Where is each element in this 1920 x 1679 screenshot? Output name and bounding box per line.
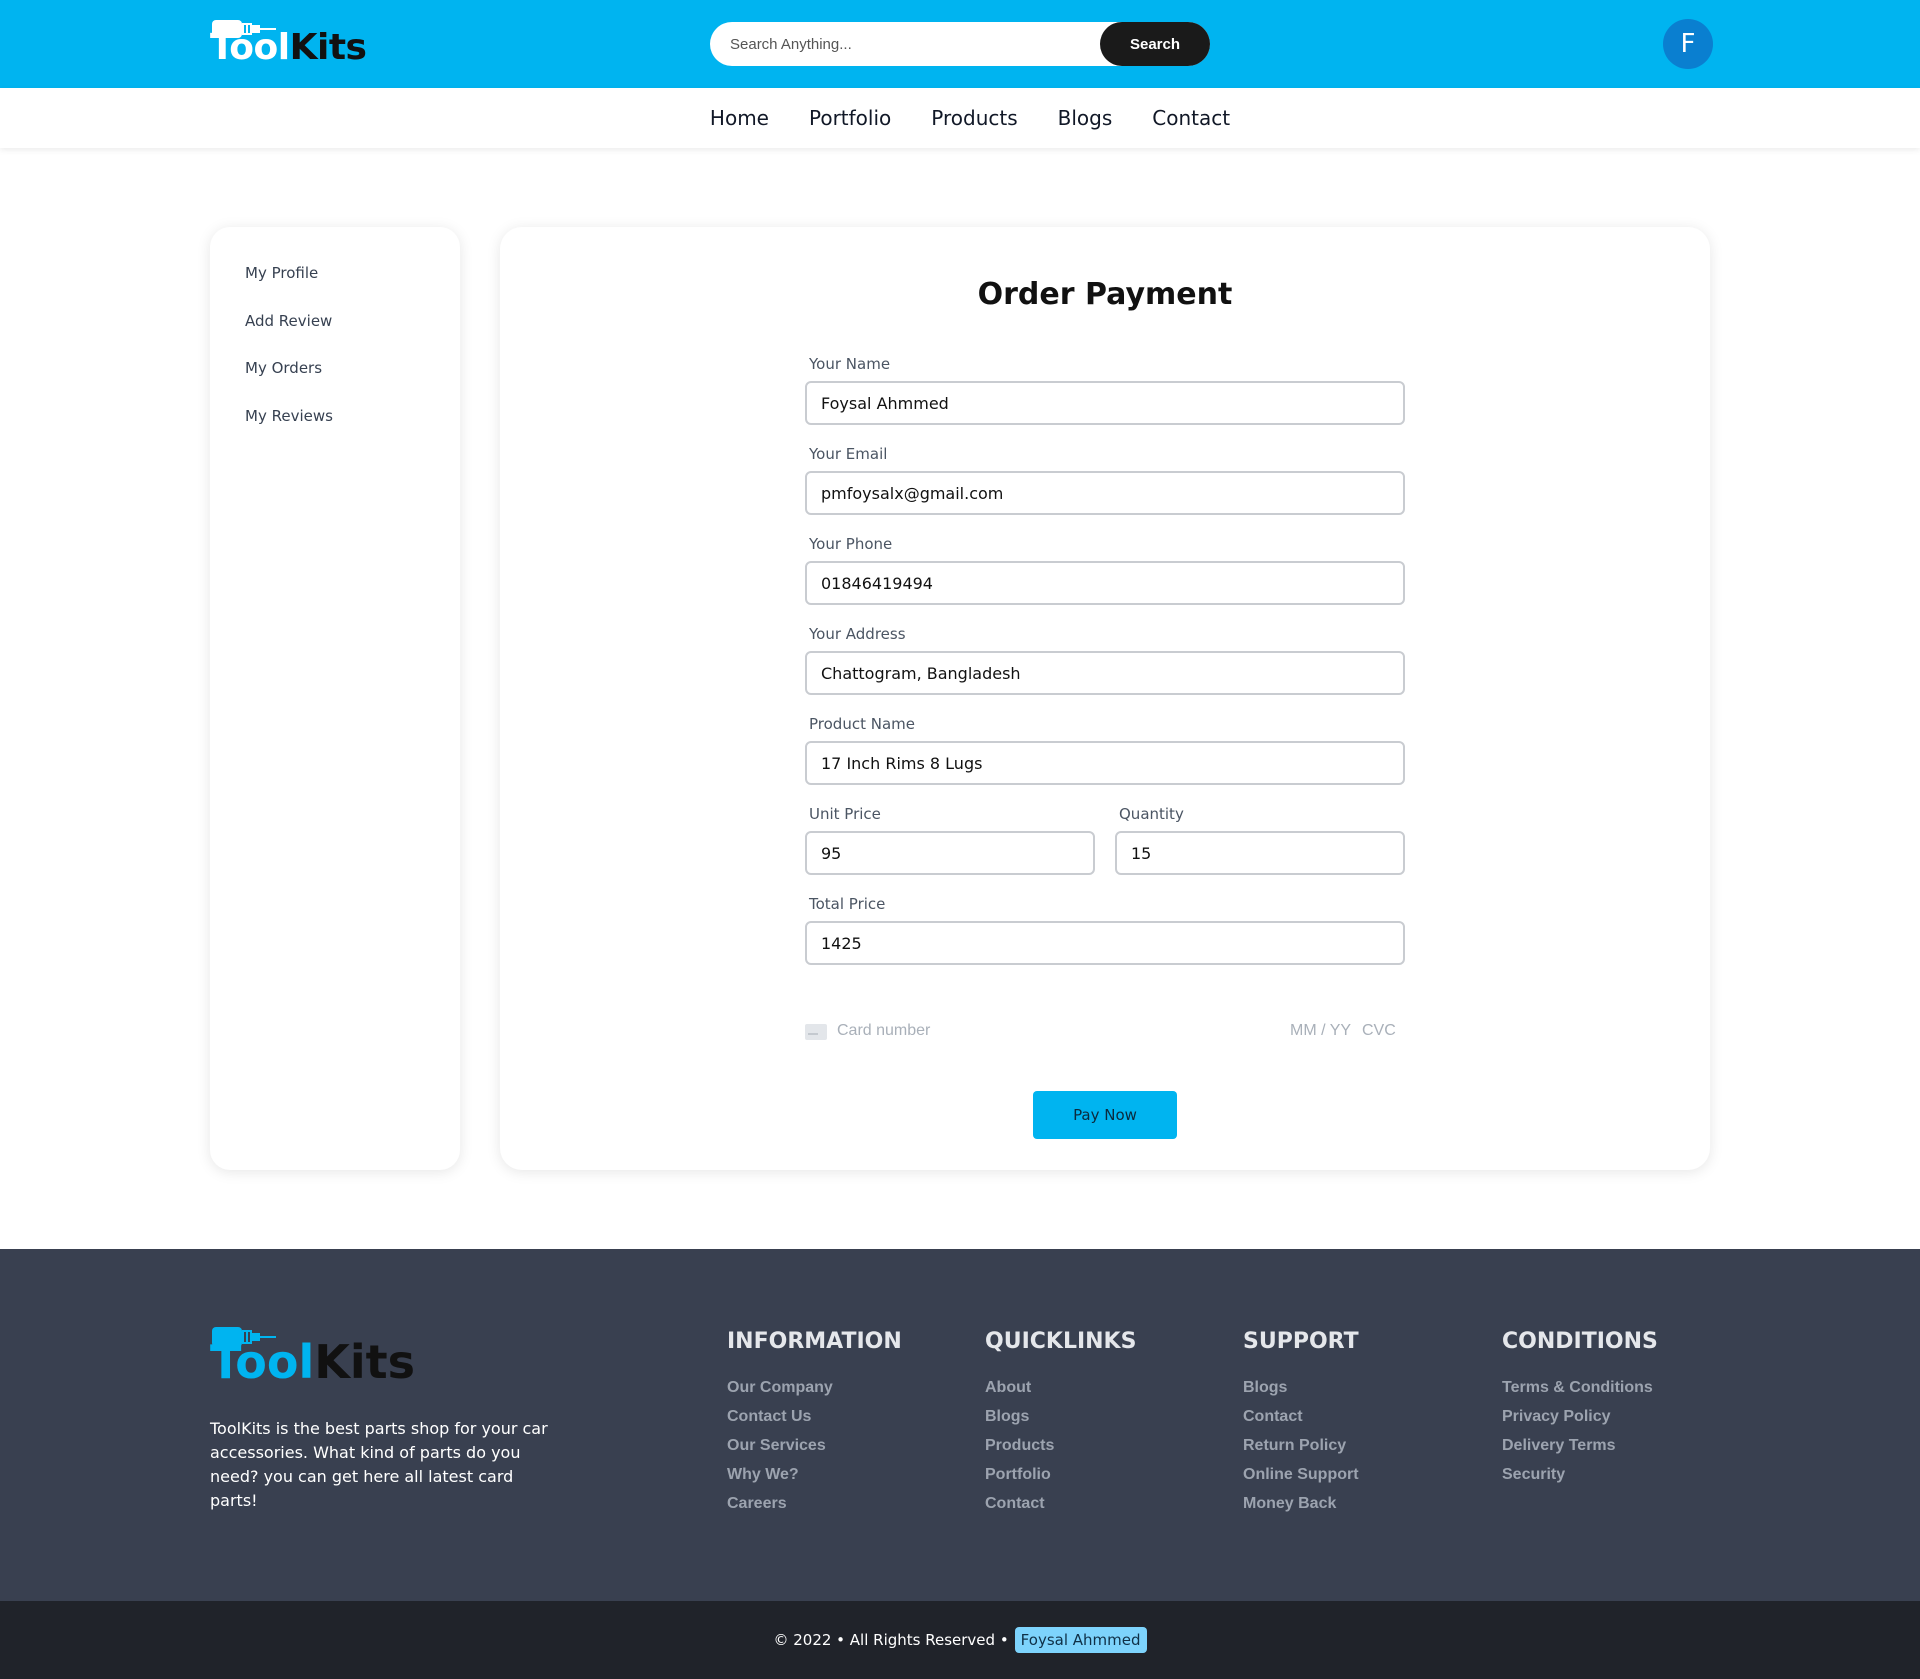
footer-description: ToolKits is the best parts shop for your… <box>210 1419 548 1510</box>
footer-link[interactable]: Contact <box>985 1495 1045 1513</box>
nav-items: Home Portfolio Products Blogs Contact <box>0 88 1920 148</box>
product-name-field[interactable]: 17 Inch Rims 8 Lugs <box>805 741 1405 785</box>
nav-products[interactable]: Products <box>931 106 1017 130</box>
footer-link[interactable]: Blogs <box>985 1408 1029 1426</box>
site-logo[interactable]: Tool Kits <box>210 20 367 70</box>
nav-home[interactable]: Home <box>710 106 769 130</box>
search-input[interactable] <box>710 22 1100 66</box>
page-title: Order Payment <box>977 277 1233 312</box>
footer-link[interactable]: Our Services <box>727 1437 826 1455</box>
footer-col-information-title: INFORMATION <box>727 1329 902 1354</box>
nav-contact[interactable]: Contact <box>1152 106 1230 130</box>
footer-link[interactable]: Return Policy <box>1243 1437 1346 1455</box>
footer-logo[interactable]: Tool Kits <box>210 1327 416 1389</box>
card-expiry-input[interactable]: MM / YY <box>1290 1022 1351 1040</box>
footer-link[interactable]: Contact Us <box>727 1408 811 1426</box>
nav-blogs[interactable]: Blogs <box>1058 106 1113 130</box>
footer-col-conditions-title: CONDITIONS <box>1502 1329 1658 1354</box>
name-field[interactable]: Foysal Ahmmed <box>805 381 1405 425</box>
top-header: Tool Kits Search F <box>0 0 1920 88</box>
site-footer: Tool Kits ToolKits is the best parts sho… <box>0 1249 1920 1601</box>
drill-icon <box>212 1327 276 1347</box>
phone-field[interactable]: 01846419494 <box>805 561 1405 605</box>
footer-link[interactable]: Online Support <box>1243 1466 1359 1484</box>
footer-link[interactable]: Blogs <box>1243 1379 1287 1397</box>
footer-link[interactable]: Contact <box>1243 1408 1303 1426</box>
author-badge[interactable]: Foysal Ahmmed <box>1014 1627 1147 1653</box>
phone-label: Your Phone <box>809 535 893 553</box>
copyright-bar: © 2022 • All Rights Reserved • Foysal Ah… <box>0 1601 1920 1679</box>
sidebar-item-add-review[interactable]: Add Review <box>245 312 332 330</box>
address-label: Your Address <box>809 625 906 643</box>
main-nav: Home Portfolio Products Blogs Contact <box>0 88 1920 148</box>
copyright-text: © 2022 • All Rights Reserved • <box>773 1631 1009 1649</box>
sidebar-item-my-orders[interactable]: My Orders <box>245 359 322 377</box>
footer-logo-kits-text: Kits <box>314 1335 416 1389</box>
nav-portfolio[interactable]: Portfolio <box>809 106 891 130</box>
unit-price-label: Unit Price <box>809 805 881 823</box>
order-payment-card: Order Payment Your Name Foysal Ahmmed Yo… <box>500 227 1710 1170</box>
footer-link[interactable]: Privacy Policy <box>1502 1408 1611 1426</box>
footer-link[interactable]: Delivery Terms <box>1502 1437 1616 1455</box>
footer-link[interactable]: Our Company <box>727 1379 833 1397</box>
search-bar: Search <box>710 22 1210 66</box>
footer-link[interactable]: Security <box>1502 1466 1565 1484</box>
total-price-field[interactable]: 1425 <box>805 921 1405 965</box>
footer-col-quicklinks-title: QUICKLINKS <box>985 1329 1137 1354</box>
email-field[interactable]: pmfoysalx@gmail.com <box>805 471 1405 515</box>
footer-link[interactable]: Why We? <box>727 1466 799 1484</box>
address-field[interactable]: Chattogram, Bangladesh <box>805 651 1405 695</box>
user-avatar[interactable]: F <box>1663 19 1713 69</box>
total-price-label: Total Price <box>809 895 886 913</box>
product-name-label: Product Name <box>809 715 915 733</box>
logo-kits-text: Kits <box>289 27 367 68</box>
drill-icon <box>212 20 276 38</box>
footer-link[interactable]: Products <box>985 1437 1054 1455</box>
search-button[interactable]: Search <box>1100 22 1210 66</box>
footer-link[interactable]: About <box>985 1379 1031 1397</box>
quantity-field[interactable]: 15 <box>1115 831 1405 875</box>
unit-price-field[interactable]: 95 <box>805 831 1095 875</box>
name-label: Your Name <box>809 355 891 373</box>
email-label: Your Email <box>809 445 888 463</box>
card-cvc-input[interactable]: CVC <box>1362 1022 1396 1040</box>
footer-link[interactable]: Terms & Conditions <box>1502 1379 1653 1397</box>
sidebar-item-my-profile[interactable]: My Profile <box>245 264 318 282</box>
footer-col-support-title: SUPPORT <box>1243 1329 1359 1354</box>
card-number-input[interactable]: Card number <box>837 1022 930 1040</box>
footer-link[interactable]: Money Back <box>1243 1495 1336 1513</box>
dashboard-sidebar: My Profile Add Review My Orders My Revie… <box>210 227 460 1170</box>
footer-link[interactable]: Portfolio <box>985 1466 1051 1484</box>
card-element[interactable]: Card number MM / YY CVC <box>805 1020 1396 1044</box>
credit-card-icon <box>805 1024 827 1040</box>
pay-now-button[interactable]: Pay Now <box>1033 1091 1177 1139</box>
footer-link[interactable]: Careers <box>727 1495 787 1513</box>
sidebar-item-my-reviews[interactable]: My Reviews <box>245 407 333 425</box>
quantity-label: Quantity <box>1119 805 1184 823</box>
